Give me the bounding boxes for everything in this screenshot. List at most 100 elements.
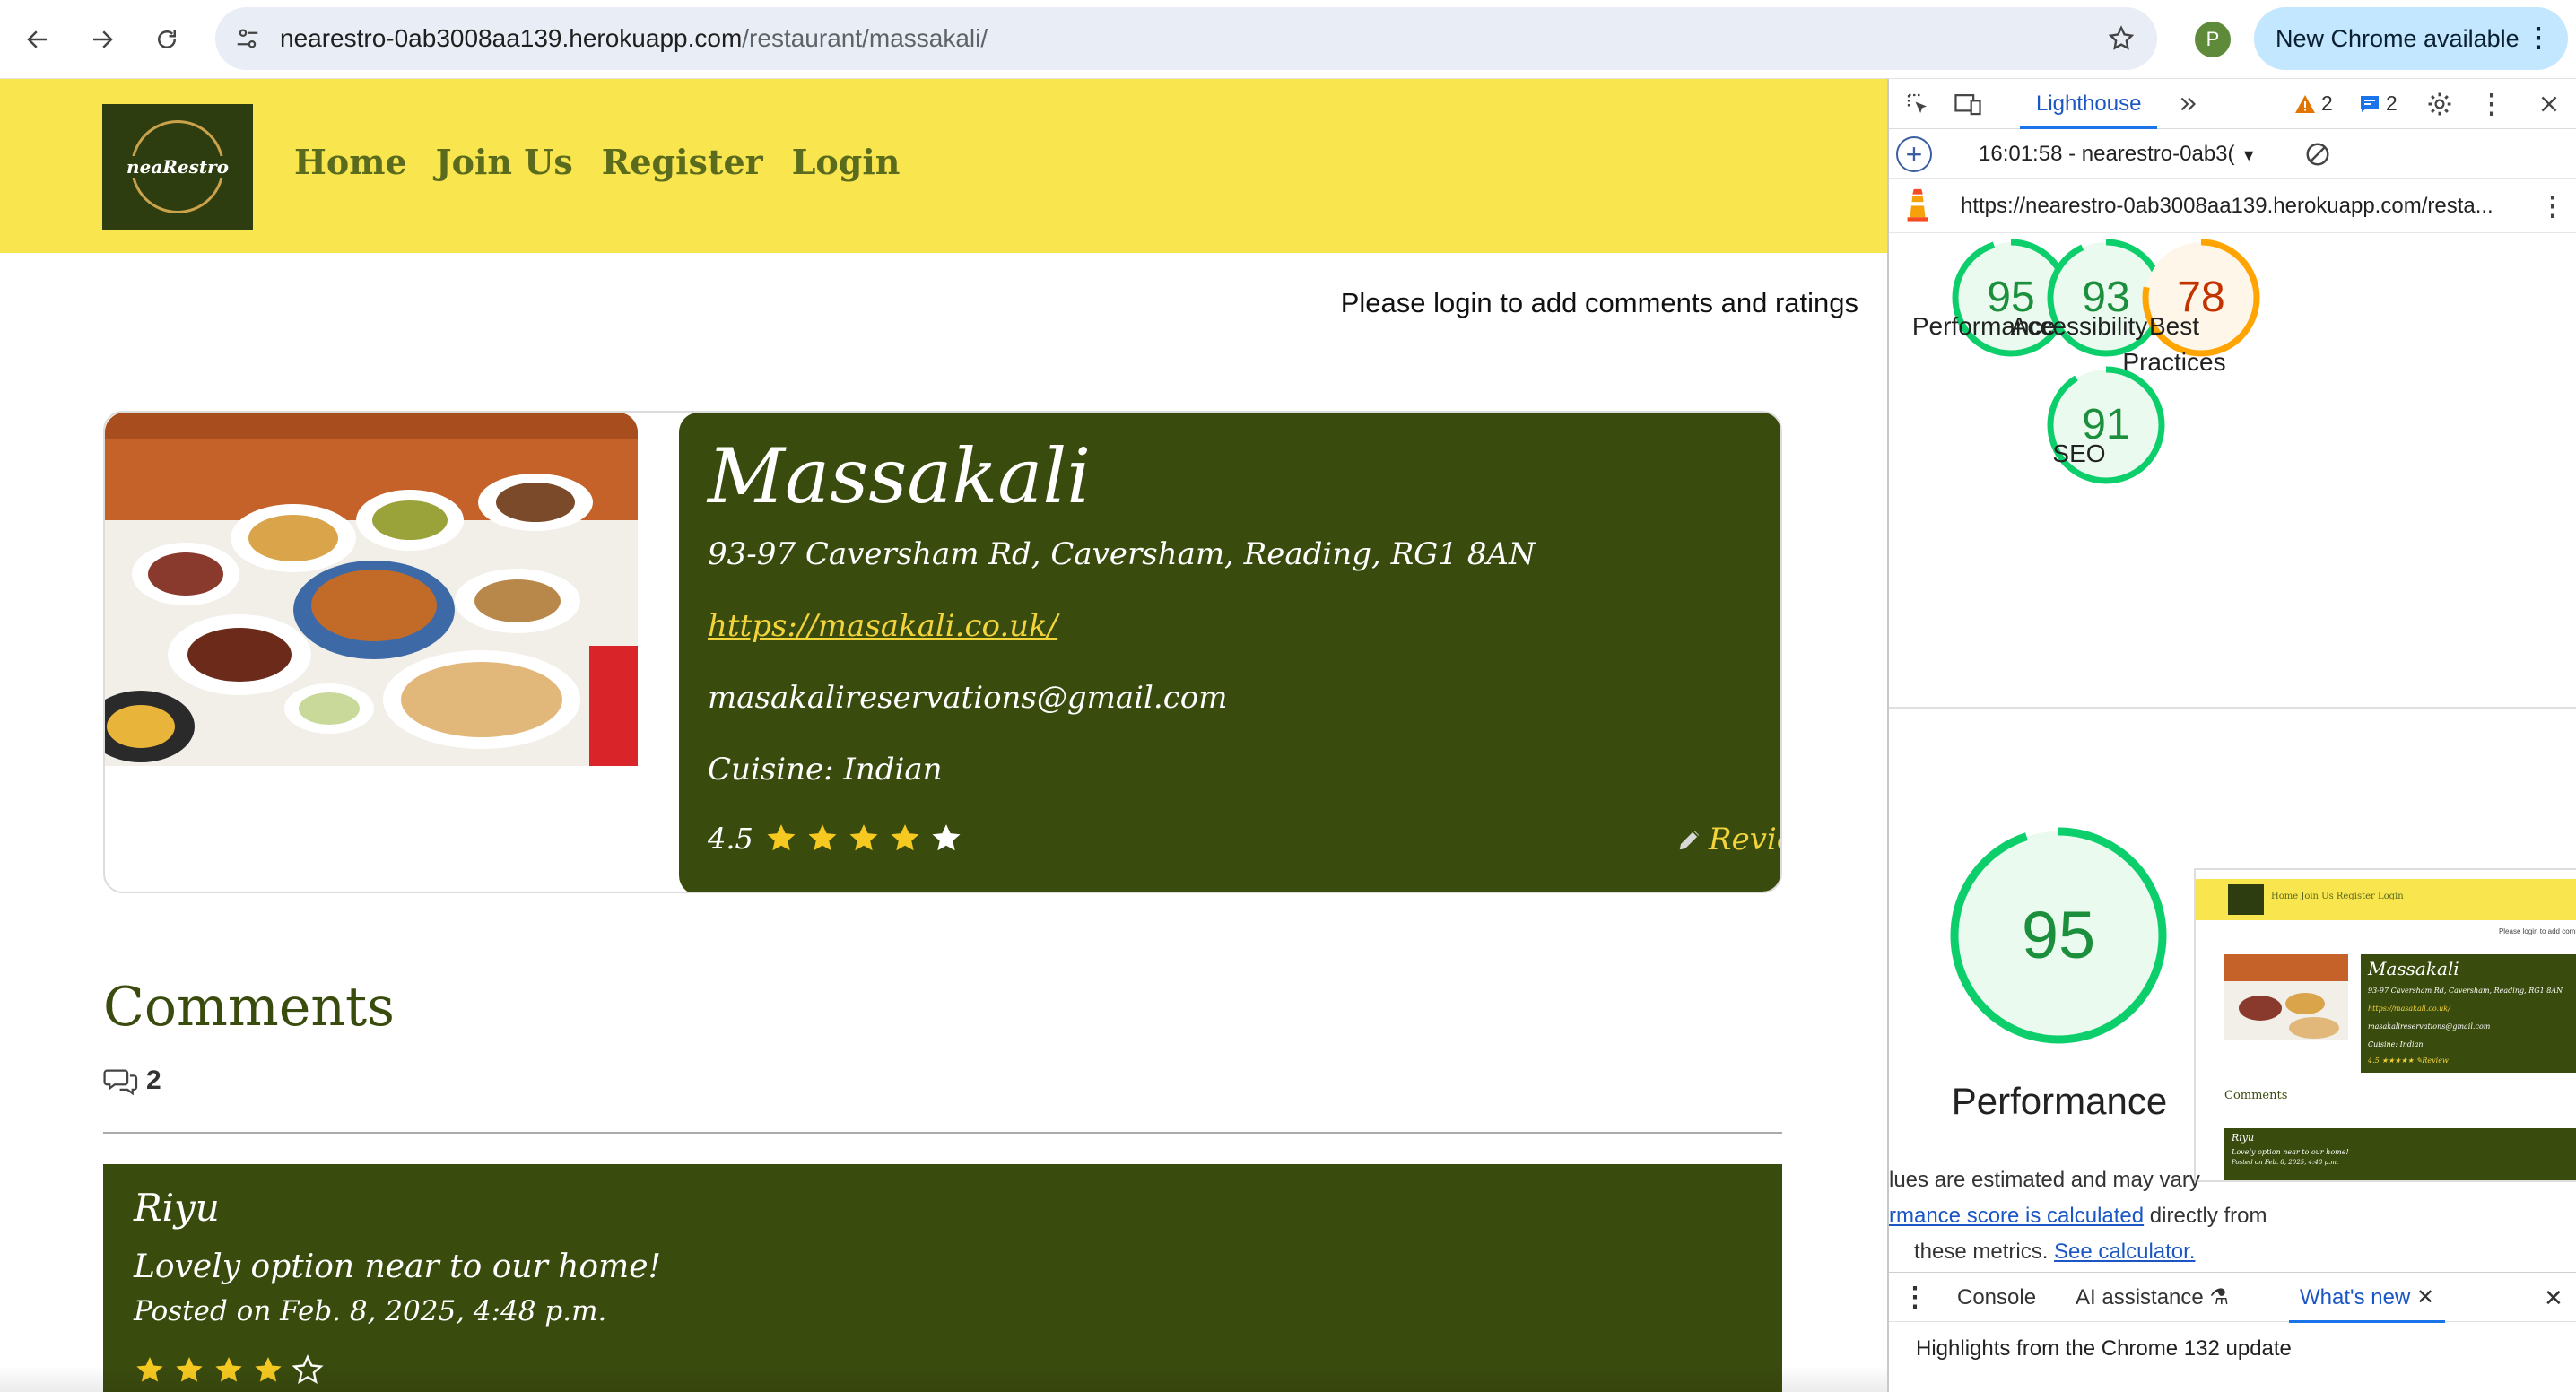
- ai-assistance-label: AI assistance: [2076, 1285, 2204, 1309]
- star-filled-icon: [849, 824, 878, 851]
- drawer-tab-ai-assistance[interactable]: AI assistance ⚗: [2076, 1273, 2229, 1323]
- more-tabs-icon[interactable]: [2172, 88, 2205, 120]
- forward-button[interactable]: [79, 16, 126, 63]
- comments-count: 2: [103, 1066, 161, 1096]
- comment-item: Riyu Lovely option near to our home! Pos…: [103, 1164, 1782, 1392]
- performance-label-large: Performance: [1951, 1080, 2168, 1122]
- final-screenshot-preview[interactable]: Home Join Us Register Login Please login…: [2194, 868, 2576, 1182]
- preview-email: masakalireservations@gmail.com: [2368, 1022, 2491, 1031]
- estimate-note: lues are estimated and may vary: [1889, 1168, 2200, 1192]
- report-menu-icon[interactable]: ⋮: [2537, 190, 2569, 222]
- settings-gear-icon[interactable]: [2424, 88, 2456, 120]
- nav-login[interactable]: Login: [792, 142, 901, 182]
- site-logo[interactable]: neaRestro: [102, 104, 253, 230]
- score-calc-note: rmance score is calculated directly from: [1889, 1204, 2267, 1229]
- preview-rating: 4.5 ★★★★★ ✎Review: [2368, 1057, 2449, 1065]
- restaurant-rating: 4.5: [708, 822, 963, 856]
- preview-logo: [2228, 884, 2264, 915]
- gauge-label: SEO: [2052, 439, 2106, 467]
- whats-new-message: Highlights from the Chrome 132 update: [1916, 1336, 2292, 1361]
- preview-login-note: Please login to add comm: [2498, 927, 2576, 935]
- new-chrome-button[interactable]: New Chrome available ⋮: [2254, 7, 2568, 70]
- logo-text: neaRestro: [123, 156, 232, 178]
- comments-heading: Comments: [103, 976, 395, 1039]
- reload-button[interactable]: [144, 16, 190, 63]
- site-nav: Home Join Us Register Login: [294, 142, 900, 182]
- device-toolbar-icon[interactable]: [1952, 88, 1984, 120]
- devtools-drawer-tabs: ⋮ Console AI assistance ⚗ What's new ✕ ✕: [1889, 1272, 2576, 1323]
- back-button[interactable]: [14, 16, 61, 63]
- comments-divider: [103, 1132, 1782, 1134]
- star-filled-icon: [891, 824, 919, 851]
- devtools-menu-icon[interactable]: ⋮: [2476, 88, 2508, 120]
- forward-arrow-icon: [93, 30, 113, 48]
- preview-nav: Home Join Us Register Login: [2271, 892, 2404, 901]
- site-header: neaRestro Home Join Us Register Login: [0, 79, 1887, 253]
- flask-icon: ⚗: [2209, 1285, 2229, 1309]
- new-report-button[interactable]: +: [1896, 136, 1932, 172]
- tab-lighthouse[interactable]: Lighthouse: [2020, 79, 2158, 129]
- rating-stars: [764, 822, 963, 856]
- nav-join-us[interactable]: Join Us: [436, 142, 573, 182]
- comments-icon: [103, 1069, 138, 1096]
- warnings-count: 2: [2321, 91, 2333, 115]
- messages-badge[interactable]: 2: [2359, 91, 2398, 116]
- preview-cuisine: Cuisine: Indian: [2368, 1040, 2424, 1048]
- web-page: neaRestro Home Join Us Register Login Pl…: [0, 79, 1887, 1392]
- comments-count-value: 2: [146, 1066, 161, 1095]
- star-filled-icon: [808, 824, 837, 851]
- restaurant-website-link[interactable]: https://masakali.co.uk/: [708, 608, 1057, 644]
- url-text: nearestro-0ab3008aa139.herokuapp.com/res…: [280, 7, 988, 70]
- screen: nearestro-0ab3008aa139.herokuapp.com/res…: [0, 0, 2576, 1392]
- preview-comment-body: Lovely option near to our home!: [2232, 1148, 2349, 1156]
- site-info-icon[interactable]: [228, 19, 267, 58]
- close-devtools-icon[interactable]: [2533, 88, 2565, 120]
- nav-register[interactable]: Register: [602, 142, 763, 182]
- report-url-row: https://nearestro-0ab3008aa139.herokuapp…: [1889, 179, 2576, 233]
- drawer-tab-whats-new[interactable]: What's new ✕: [2289, 1273, 2446, 1323]
- calculator-link[interactable]: See calculator.: [2054, 1240, 2195, 1264]
- profile-avatar[interactable]: P: [2195, 22, 2231, 57]
- devtools-tabbar: Lighthouse 2 2 ⋮: [1889, 79, 2576, 129]
- page-fade: [0, 1365, 1887, 1392]
- restaurant-name: Massakali: [708, 432, 1092, 520]
- comment-body: Lovely option near to our home!: [134, 1248, 661, 1285]
- preview-address: 93-97 Caversham Rd, Caversham, Reading, …: [2368, 987, 2563, 995]
- report-selector[interactable]: 16:01:58 - nearestro-0ab3( ▼: [1979, 129, 2257, 179]
- preview-name: Massakali: [2368, 958, 2459, 979]
- devtools-panel: Lighthouse 2 2 ⋮ + 16:01:58 - nearestro-…: [1887, 79, 2576, 1392]
- restaurant-details: Massakali 93-97 Caversham Rd, Caversham,…: [679, 413, 1780, 892]
- preview-details: Massakali 93-97 Caversham Rd, Caversham,…: [2361, 954, 2576, 1073]
- restaurant-card: Massakali 93-97 Caversham Rd, Caversham,…: [103, 411, 1782, 893]
- preview-photo: [2224, 954, 2348, 1040]
- close-tab-icon[interactable]: ✕: [2416, 1285, 2434, 1309]
- star-filled-icon: [767, 824, 796, 851]
- clear-reports-icon[interactable]: [2302, 138, 2334, 170]
- lighthouse-icon: [1902, 188, 1934, 222]
- score-calc-rest: directly from: [2144, 1204, 2267, 1228]
- address-bar[interactable]: nearestro-0ab3008aa139.herokuapp.com/res…: [215, 7, 2157, 70]
- preview-comments-title: Comments: [2224, 1089, 2288, 1102]
- nav-home[interactable]: Home: [294, 142, 407, 182]
- logo-emblem: neaRestro: [123, 120, 232, 213]
- comment-date: Posted on Feb. 8, 2025, 4:48 p.m.: [134, 1295, 607, 1327]
- inspect-element-icon[interactable]: [1902, 88, 1934, 120]
- drawer-menu-icon[interactable]: ⋮: [1902, 1273, 1928, 1323]
- drawer-tab-console[interactable]: Console: [1957, 1273, 2036, 1323]
- warning-icon: [2295, 94, 2315, 113]
- preview-comment-date: Posted on Feb. 8, 2025, 4:48 p.m.: [2232, 1159, 2339, 1166]
- new-chrome-label: New Chrome available: [2276, 25, 2519, 52]
- calculator-prefix: these metrics.: [1914, 1240, 2055, 1264]
- pencil-icon: [1679, 831, 1699, 850]
- warnings-badge[interactable]: 2: [2294, 91, 2333, 116]
- chrome-menu-icon[interactable]: ⋮: [2525, 7, 2552, 70]
- back-arrow-icon: [27, 30, 47, 48]
- preview-card: Massakali 93-97 Caversham Rd, Caversham,…: [2224, 954, 2576, 1073]
- close-drawer-icon[interactable]: ✕: [2544, 1273, 2563, 1323]
- preview-header: Home Join Us Register Login: [2196, 879, 2576, 920]
- bookmark-star-icon[interactable]: [2102, 19, 2141, 58]
- whats-new-label: What's new: [2300, 1285, 2411, 1309]
- score-calc-link[interactable]: rmance score is calculated: [1889, 1204, 2144, 1228]
- report-url: https://nearestro-0ab3008aa139.herokuapp…: [1961, 194, 2493, 218]
- review-button[interactable]: Review: [1676, 822, 1780, 857]
